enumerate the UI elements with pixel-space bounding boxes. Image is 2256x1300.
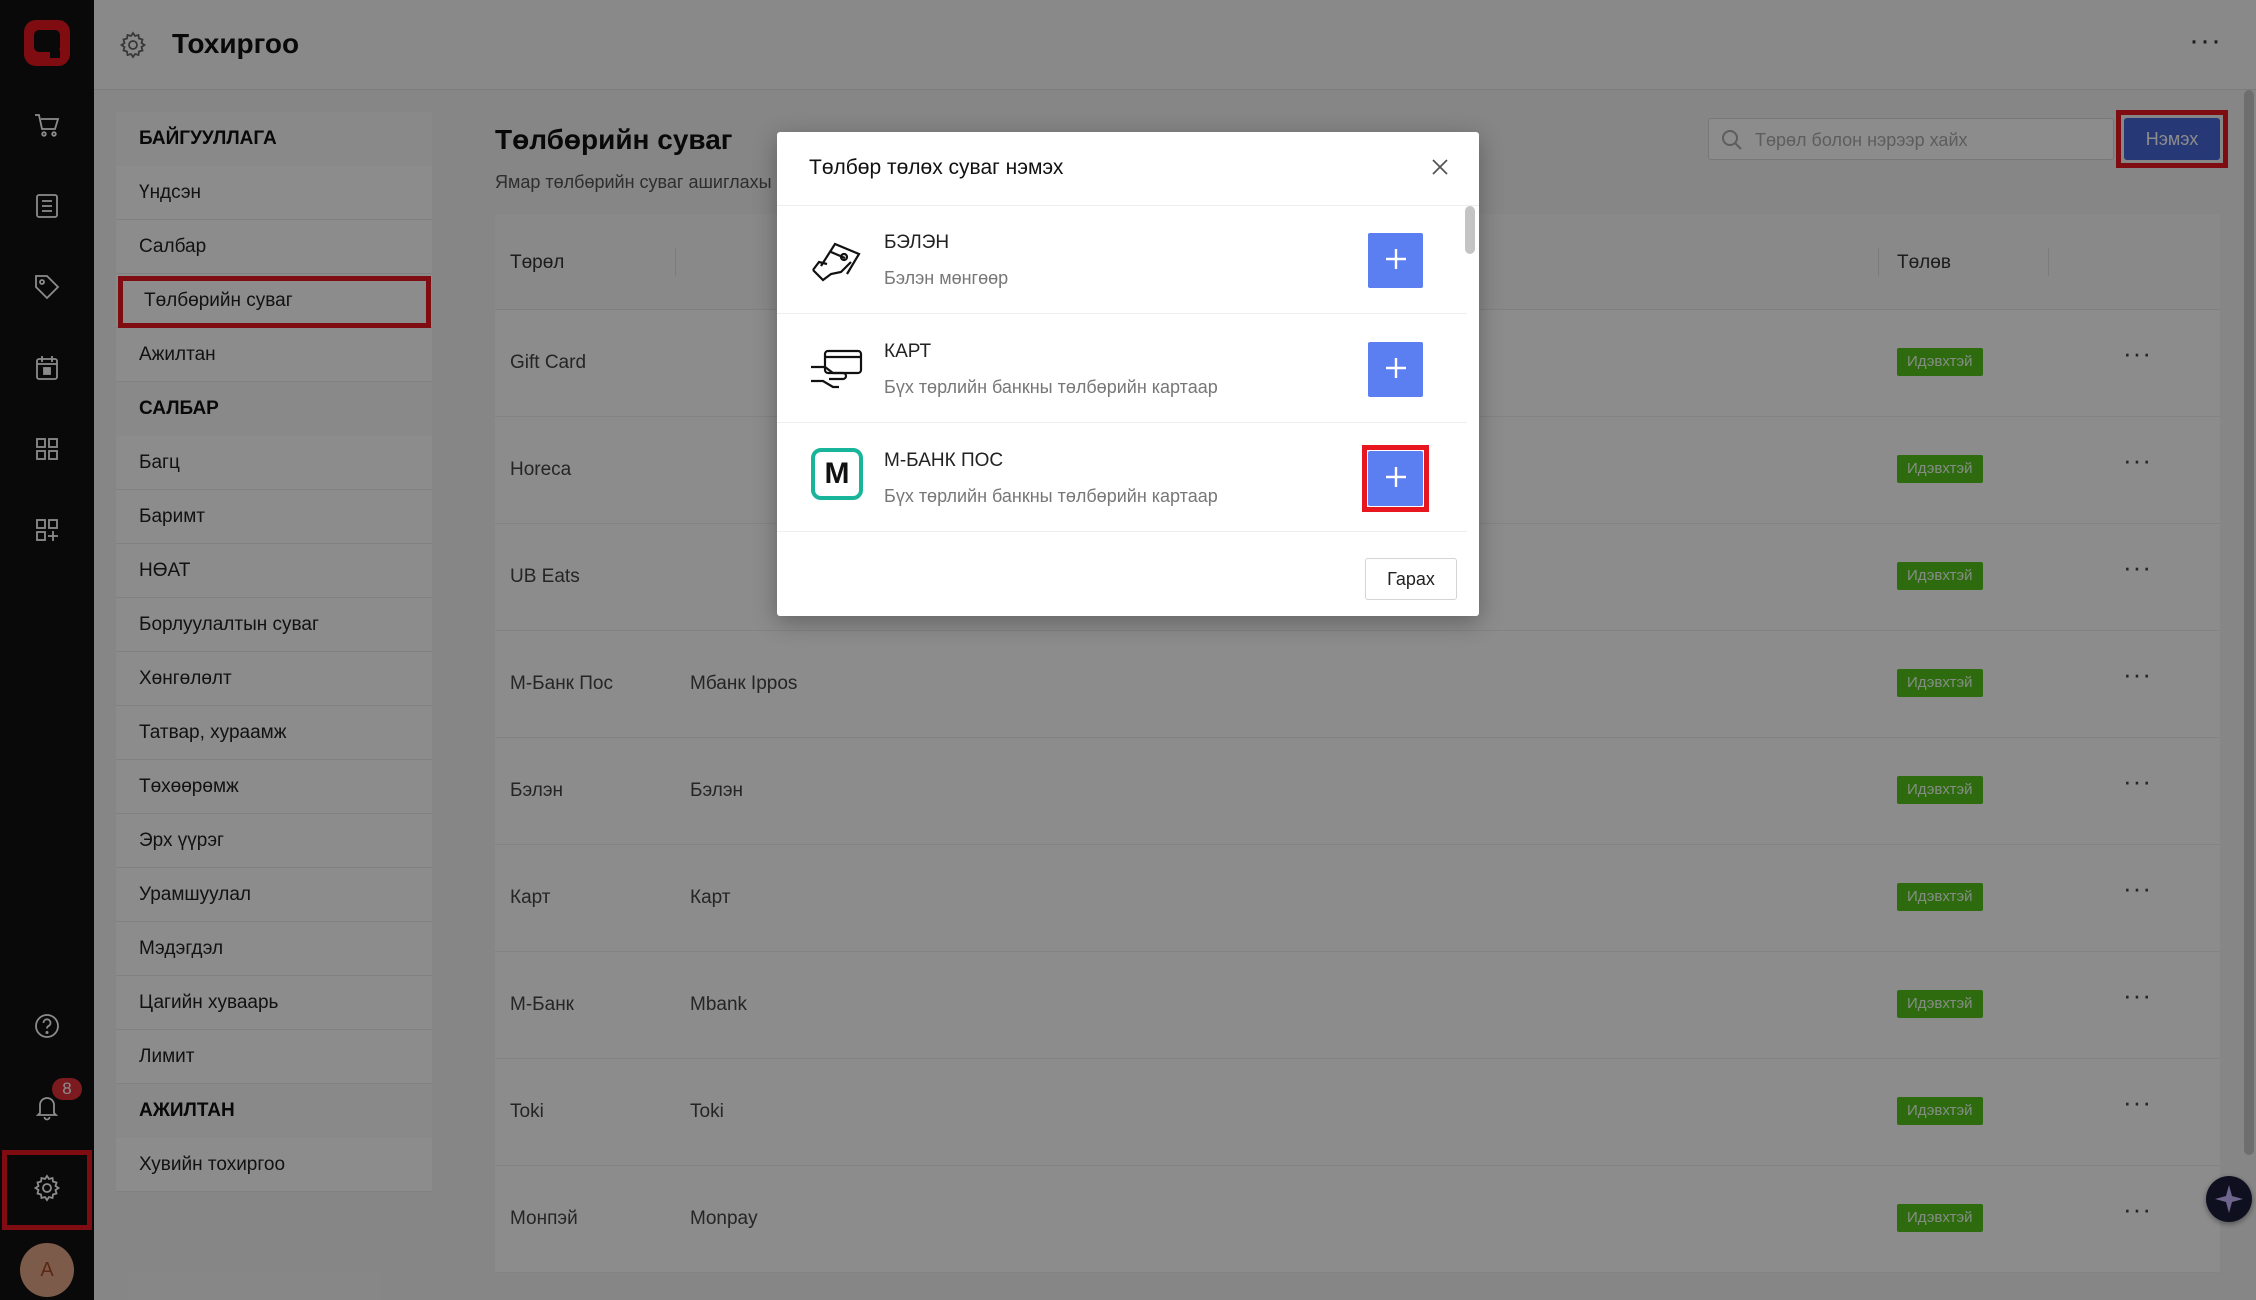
add-payment-channel-modal: Төлбөр төлөх суваг нэмэх БЭЛЭН Бэлэн мөн…	[777, 132, 1479, 616]
add-cash-button[interactable]	[1368, 233, 1423, 288]
mbank-logo-letter: M	[824, 457, 850, 490]
close-icon[interactable]	[1425, 152, 1455, 182]
modal-header: Төлбөр төлөх суваг нэмэх	[777, 132, 1479, 206]
modal-footer: Гарах	[777, 532, 1479, 616]
modal-title: Төлбөр төлөх суваг нэмэх	[809, 156, 1064, 179]
card-hand-icon	[811, 349, 863, 389]
highlight-add-mbank-pos	[1362, 445, 1429, 512]
channel-title: М-БАНК ПОС	[884, 450, 1004, 471]
mbank-logo: M	[811, 448, 863, 500]
channel-subtitle: Бэлэн мөнгөөр	[884, 268, 1009, 288]
add-card-button[interactable]	[1368, 342, 1423, 397]
channel-item-cash: БЭЛЭН Бэлэн мөнгөөр	[777, 206, 1467, 314]
channel-subtitle: Бүх төрлийн банкны төлбөрийн картаар	[884, 486, 1218, 506]
channel-subtitle: Бүх төрлийн банкны төлбөрийн картаар	[884, 377, 1218, 397]
channel-title: КАРТ	[884, 341, 932, 362]
channel-item-mbank-pos: M М-БАНК ПОС Бүх төрлийн банкны төлбөрий…	[777, 424, 1467, 532]
channel-item-card: КАРТ Бүх төрлийн банкны төлбөрийн картаа…	[777, 315, 1467, 423]
modal-scrollbar[interactable]	[1465, 206, 1475, 254]
modal-body: БЭЛЭН Бэлэн мөнгөөр КАРТ Бүх төрлийн бан…	[777, 206, 1479, 532]
cash-hand-icon	[812, 242, 861, 282]
exit-button[interactable]: Гарах	[1365, 558, 1457, 600]
channel-title: БЭЛЭН	[884, 232, 950, 253]
